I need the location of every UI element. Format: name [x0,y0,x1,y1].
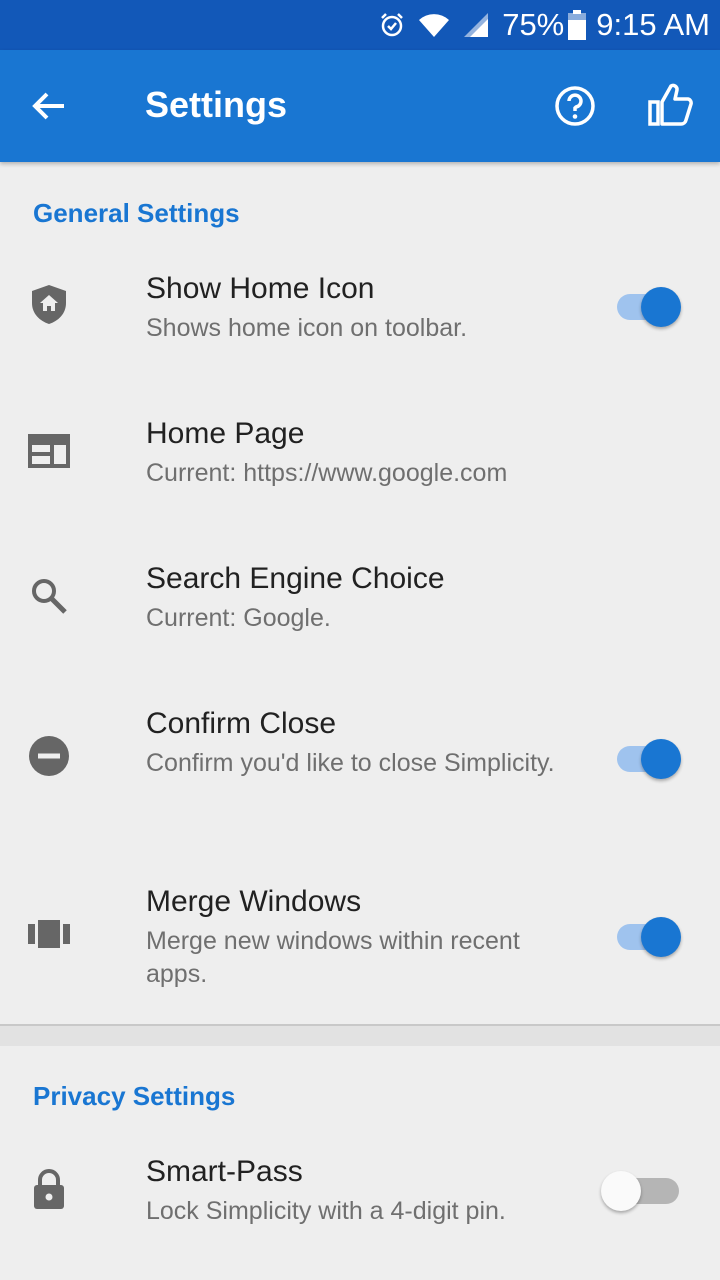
general-settings-header: General Settings [33,198,240,228]
wifi-icon [418,11,450,39]
merge-windows-row[interactable]: Merge Windows Merge new windows within r… [0,863,720,1013]
signal-icon [462,11,490,39]
app-bar: Settings [0,50,720,162]
setting-subtitle: Confirm you'd like to close Simplicity. [146,749,555,777]
setting-title: Smart-Pass [146,1155,303,1188]
search-engine-row[interactable]: Search Engine Choice Current: Google. [0,540,720,655]
setting-subtitle: Merge new windows within recent apps. [146,927,520,988]
switch-thumb [641,917,681,957]
alarm-icon [378,11,406,39]
status-icons: 75% 9:15 AM [378,0,710,50]
show-home-icon-row[interactable]: Show Home Icon Shows home icon on toolba… [0,250,720,365]
setting-title: Home Page [146,417,305,450]
confirm-close-row[interactable]: Confirm Close Confirm you'd like to clos… [0,685,720,835]
status-bar: 75% 9:15 AM [0,0,720,50]
back-arrow-icon[interactable] [28,86,68,126]
smart-pass-row[interactable]: Smart-Pass Lock Simplicity with a 4-digi… [0,1133,720,1248]
battery-icon [568,10,587,40]
switch-thumb [601,1171,641,1211]
search-icon [28,575,70,617]
switch-thumb [641,287,681,327]
section-divider [0,1024,720,1046]
minus-circle-icon [28,735,70,777]
page-title: Settings [145,84,288,125]
show-home-icon-toggle[interactable] [615,283,685,327]
privacy-settings-header: Privacy Settings [33,1081,236,1111]
smart-pass-toggle[interactable] [601,1167,685,1211]
setting-subtitle: Current: Google. [146,604,331,632]
setting-subtitle: Current: https://www.google.com [146,459,508,487]
setting-title: Show Home Icon [146,272,375,305]
setting-subtitle: Lock Simplicity with a 4-digit pin. [146,1197,506,1225]
confirm-close-toggle[interactable] [615,735,685,779]
thumbs-up-icon[interactable] [647,82,695,130]
setting-subtitle: Shows home icon on toolbar. [146,314,468,342]
setting-title: Merge Windows [146,885,362,918]
shield-home-icon [28,283,70,325]
setting-title: Search Engine Choice [146,562,445,595]
clock: 9:15 AM [596,7,710,42]
web-page-icon [28,430,70,472]
setting-title: Confirm Close [146,707,337,740]
home-page-row[interactable]: Home Page Current: https://www.google.co… [0,395,720,510]
carousel-icon [28,913,70,955]
battery-percent: 75% [502,7,565,42]
merge-windows-toggle[interactable] [615,913,685,957]
help-icon[interactable] [553,84,597,128]
switch-thumb [641,739,681,779]
lock-icon [28,1168,70,1210]
